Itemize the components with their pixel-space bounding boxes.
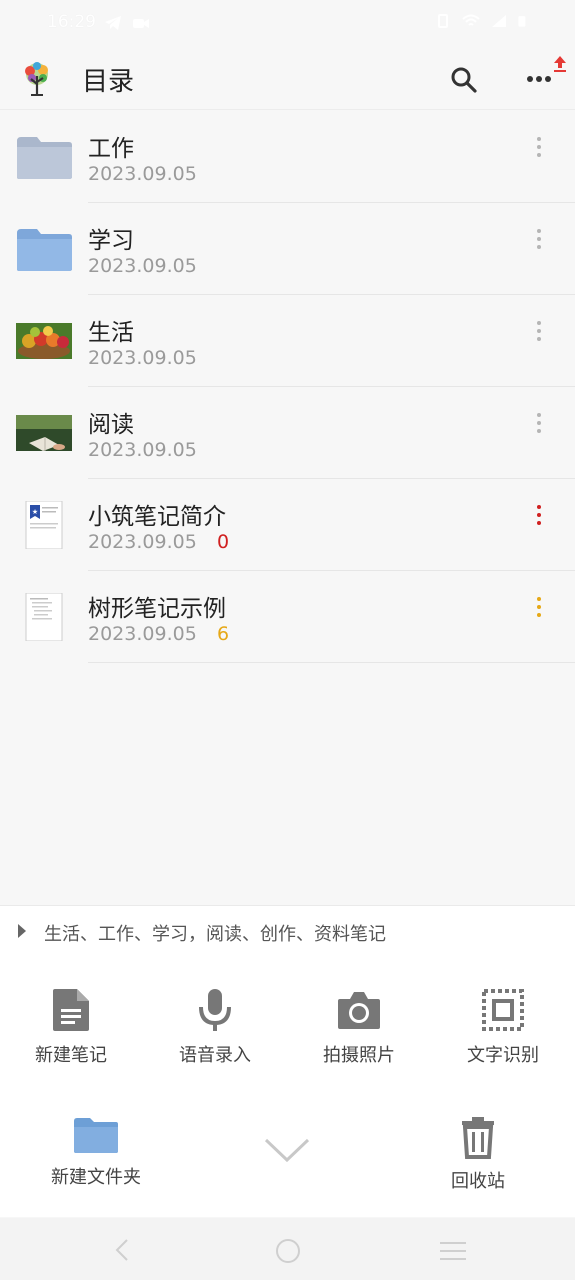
chevron-down-icon: [264, 1138, 310, 1163]
telegram-icon: [105, 16, 121, 30]
item-date: 2023.09.05: [88, 347, 197, 369]
video-icon: [133, 19, 149, 28]
item-title: 生活: [88, 320, 134, 346]
item-count-badge: 6: [217, 623, 230, 645]
voice-input-button[interactable]: 语音录入: [155, 987, 275, 1067]
note-file-icon: [53, 989, 89, 1031]
more-vertical-icon[interactable]: [532, 228, 546, 250]
voice-input-label: 语音录入: [179, 1045, 251, 1066]
microphone-icon: [199, 989, 231, 1031]
folder-description-bar[interactable]: 生活、工作、学习，阅读、创作、资料笔记: [0, 905, 575, 955]
new-note-button[interactable]: 新建笔记: [11, 987, 131, 1067]
more-horizontal-icon[interactable]: [525, 69, 553, 89]
item-date: 2023.09.05: [88, 163, 197, 185]
text-recognition-button[interactable]: 文字识别: [443, 987, 563, 1067]
system-navigation-bar: [0, 1218, 575, 1280]
list-item[interactable]: 树形笔记示例 2023.09.05 6: [0, 571, 575, 663]
home-nav-icon[interactable]: [275, 1238, 301, 1264]
divider: [88, 662, 575, 663]
folder-icon: [74, 1118, 118, 1153]
folder-gray-icon: [17, 137, 72, 179]
document-thumbnail: [25, 593, 63, 641]
bottom-toolbar: 新建笔记 语音录入 拍摄照片 文字识别 新建文件夹 回收站: [0, 955, 575, 1217]
back-nav-icon[interactable]: [112, 1238, 132, 1262]
reading-photo-thumbnail: [16, 415, 72, 451]
status-bar: 16:29: [0, 0, 575, 48]
svg-text:★: ★: [32, 508, 38, 516]
document-thumbnail: ★: [25, 501, 63, 549]
take-photo-button[interactable]: 拍摄照片: [299, 987, 419, 1067]
recycle-bin-label: 回收站: [451, 1171, 505, 1192]
recents-nav-icon[interactable]: [438, 1240, 468, 1262]
text-recognition-label: 文字识别: [467, 1045, 539, 1066]
signal-icon: [492, 15, 506, 27]
search-icon[interactable]: [449, 65, 479, 95]
item-date: 2023.09.05: [88, 439, 197, 461]
item-title: 工作: [88, 136, 134, 162]
item-date: 2023.09.05: [88, 255, 197, 277]
upload-arrow-icon[interactable]: [552, 55, 568, 73]
folder-description: 生活、工作、学习，阅读、创作、资料笔记: [44, 924, 386, 945]
item-title: 学习: [88, 228, 134, 254]
vibrate-icon: [438, 14, 448, 28]
item-title: 阅读: [88, 412, 134, 438]
item-title: 小筑笔记简介: [88, 504, 226, 530]
status-time: 16:29: [47, 12, 96, 32]
list-item[interactable]: 工作 2023.09.05: [0, 111, 575, 203]
collapse-toolbar-button[interactable]: [227, 1135, 347, 1165]
scan-text-icon: [482, 989, 524, 1031]
new-folder-label: 新建文件夹: [51, 1167, 141, 1188]
item-count-badge: 0: [217, 531, 230, 553]
battery-icon: [518, 16, 526, 27]
app-bar: 目录: [0, 48, 575, 110]
list-item[interactable]: 生活 2023.09.05: [0, 295, 575, 387]
more-vertical-icon[interactable]: [532, 504, 546, 526]
list-item[interactable]: 学习 2023.09.05: [0, 203, 575, 295]
expand-arrow-icon[interactable]: [16, 922, 28, 940]
file-list: 工作 2023.09.05 学习 2023.09.05 生活 2023.09.0…: [0, 111, 575, 663]
item-title: 树形笔记示例: [88, 596, 226, 622]
more-vertical-icon[interactable]: [532, 412, 546, 434]
page-title: 目录: [82, 67, 135, 97]
item-date: 2023.09.05: [88, 623, 197, 645]
new-folder-button[interactable]: 新建文件夹: [36, 1115, 156, 1189]
new-note-label: 新建笔记: [35, 1045, 107, 1066]
item-date: 2023.09.05: [88, 531, 197, 553]
list-item[interactable]: 阅读 2023.09.05: [0, 387, 575, 479]
wifi-icon: [462, 14, 480, 26]
camera-icon: [338, 992, 380, 1029]
take-photo-label: 拍摄照片: [323, 1045, 395, 1066]
folder-blue-icon: [17, 229, 72, 271]
tree-logo-icon: [25, 62, 48, 96]
fruit-photo-thumbnail: [16, 323, 72, 359]
list-item[interactable]: ★ 小筑笔记简介 2023.09.05 0: [0, 479, 575, 571]
more-vertical-icon[interactable]: [532, 596, 546, 618]
more-vertical-icon[interactable]: [532, 320, 546, 342]
recycle-bin-button[interactable]: 回收站: [418, 1115, 538, 1193]
trash-icon: [462, 1117, 494, 1159]
more-vertical-icon[interactable]: [532, 136, 546, 158]
